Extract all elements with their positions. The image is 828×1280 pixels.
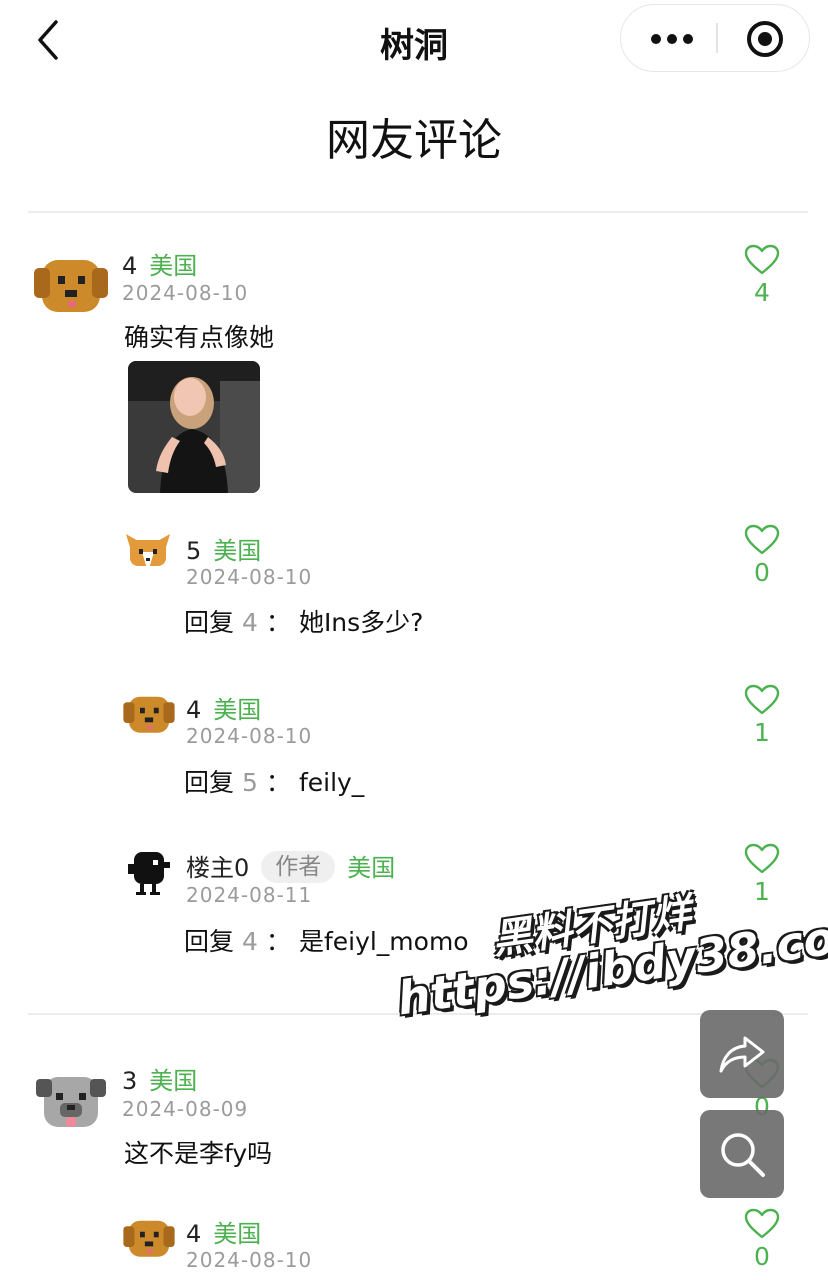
reply-user: 楼主0 作者 美国 xyxy=(186,848,395,883)
user-name: 4 xyxy=(186,1220,202,1248)
reply-prefix: 回复 xyxy=(184,768,235,797)
author-tag: 作者 xyxy=(261,851,336,883)
comment-date: 2024-08-09 xyxy=(122,1097,249,1121)
chevron-left-icon[interactable] xyxy=(30,18,70,62)
like-button[interactable]: 1 xyxy=(742,684,782,747)
gray-pug-avatar[interactable] xyxy=(36,1073,106,1133)
comment-text: 确实有点像她 xyxy=(124,323,275,352)
user-country: 美国 xyxy=(213,696,262,724)
user-name: 4 xyxy=(122,252,138,280)
section-divider xyxy=(28,211,808,213)
comment-user: 3 美国 xyxy=(122,1061,197,1096)
reply-separator: ： xyxy=(265,608,291,637)
reply-target[interactable]: 4 xyxy=(242,608,258,637)
user-name: 5 xyxy=(186,537,202,565)
reply-body: 她Ins多少? xyxy=(298,608,424,637)
like-count: 1 xyxy=(754,718,770,747)
comment-user: 4 美国 xyxy=(122,246,197,281)
reply-text: 回复 5： feily_ xyxy=(184,763,364,799)
reply-separator: ： xyxy=(265,927,291,956)
like-button[interactable]: 4 xyxy=(742,244,782,307)
mini-program-capsule xyxy=(620,4,810,72)
reply-date: 2024-08-10 xyxy=(186,1248,313,1272)
user-name: 楼主0 xyxy=(186,854,250,882)
share-button[interactable] xyxy=(700,1010,784,1098)
reply-text: 回复 4：她Ins多少? xyxy=(184,603,423,639)
like-count: 0 xyxy=(754,1242,770,1271)
reply-user: 4 美国 xyxy=(186,690,261,725)
reply-date: 2024-08-11 xyxy=(186,883,313,907)
user-country: 美国 xyxy=(213,537,262,565)
like-count: 0 xyxy=(754,558,770,587)
black-bird-avatar[interactable] xyxy=(126,848,172,896)
search-icon xyxy=(721,1133,765,1177)
reply-prefix: 回复 xyxy=(184,927,235,956)
watermark-line1: 黑料不打烊 xyxy=(489,890,694,964)
reply-prefix: 回复 xyxy=(184,608,235,637)
reply-date: 2024-08-10 xyxy=(186,724,313,748)
more-dots-icon[interactable] xyxy=(621,5,716,71)
search-button[interactable] xyxy=(700,1110,784,1198)
reply-separator: ： xyxy=(265,768,291,797)
user-country: 美国 xyxy=(149,1067,198,1095)
share-arrow-icon xyxy=(719,1036,765,1073)
reply-user: 5 美国 xyxy=(186,531,261,566)
reply-text: 回复 4：是feiyl_momo xyxy=(184,922,469,958)
reply-target[interactable]: 4 xyxy=(242,927,258,956)
user-country: 美国 xyxy=(213,1220,262,1248)
reply-date: 2024-08-10 xyxy=(186,565,313,589)
comment-date: 2024-08-10 xyxy=(122,281,249,305)
like-button[interactable]: 0 xyxy=(742,1208,782,1271)
reply-body: 是feiyl_momo xyxy=(298,927,469,956)
like-count: 4 xyxy=(754,278,770,307)
comment-text: 这不是李fy吗 xyxy=(124,1139,273,1168)
comment-photo[interactable] xyxy=(128,361,260,493)
reply-target[interactable]: 5 xyxy=(242,768,258,797)
user-name: 3 xyxy=(122,1067,138,1095)
corgi-avatar[interactable] xyxy=(124,532,172,576)
like-button[interactable]: 1 xyxy=(742,843,782,906)
golden-dog-avatar[interactable] xyxy=(32,254,110,316)
user-country: 美国 xyxy=(347,854,396,882)
page-title: 网友评论 xyxy=(326,115,502,166)
like-count: 1 xyxy=(754,877,770,906)
reply-user: 4 美国 xyxy=(186,1214,261,1249)
like-button[interactable]: 0 xyxy=(742,524,782,587)
reply-body: feily_ xyxy=(298,768,365,797)
user-country: 美国 xyxy=(149,252,198,280)
golden-dog-avatar[interactable] xyxy=(122,692,176,736)
user-name: 4 xyxy=(186,696,202,724)
comment-divider xyxy=(28,1013,808,1015)
golden-dog-avatar[interactable] xyxy=(122,1216,176,1260)
navbar: 树洞 xyxy=(0,0,828,80)
target-circle-icon[interactable] xyxy=(717,5,809,71)
